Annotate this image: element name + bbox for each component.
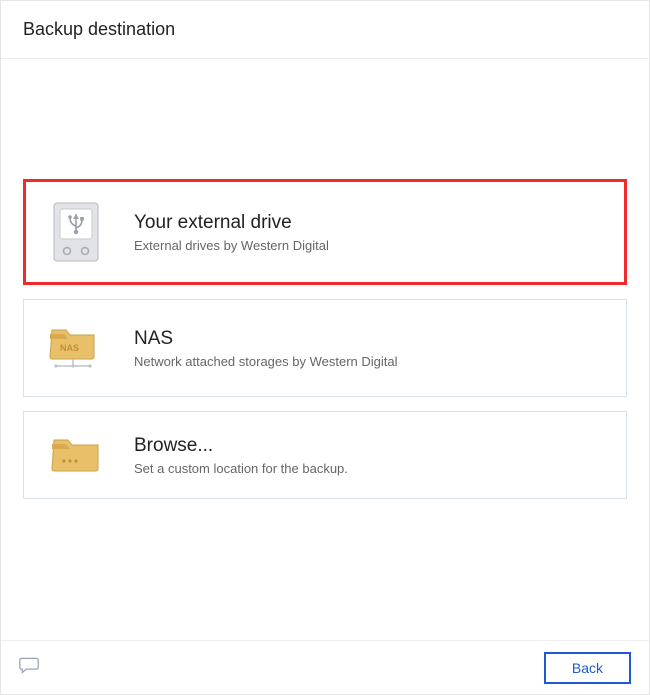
option-description: Network attached storages by Western Dig… — [134, 354, 398, 369]
option-title: Your external drive — [134, 212, 329, 234]
option-text: Browse... Set a custom location for the … — [134, 435, 348, 476]
option-description: Set a custom location for the backup. — [134, 461, 348, 476]
svg-text:NAS: NAS — [60, 343, 79, 353]
options-list: Your external drive External drives by W… — [1, 59, 649, 533]
chat-icon[interactable] — [19, 656, 39, 679]
option-text: Your external drive External drives by W… — [134, 212, 329, 253]
option-text: NAS Network attached storages by Western… — [134, 328, 398, 369]
back-button[interactable]: Back — [544, 652, 631, 684]
option-external-drive[interactable]: Your external drive External drives by W… — [23, 179, 627, 285]
option-title: Browse... — [134, 435, 348, 457]
browse-folder-icon — [46, 434, 106, 476]
usb-drive-icon — [46, 202, 106, 262]
option-browse[interactable]: Browse... Set a custom location for the … — [23, 411, 627, 499]
footer: Back — [1, 640, 649, 694]
header: Backup destination — [1, 1, 649, 59]
page-title: Backup destination — [23, 19, 627, 40]
option-title: NAS — [134, 328, 398, 350]
nas-folder-icon: NAS — [46, 322, 106, 374]
option-nas[interactable]: NAS NAS Network attached storages by Wes… — [23, 299, 627, 397]
option-description: External drives by Western Digital — [134, 238, 329, 253]
